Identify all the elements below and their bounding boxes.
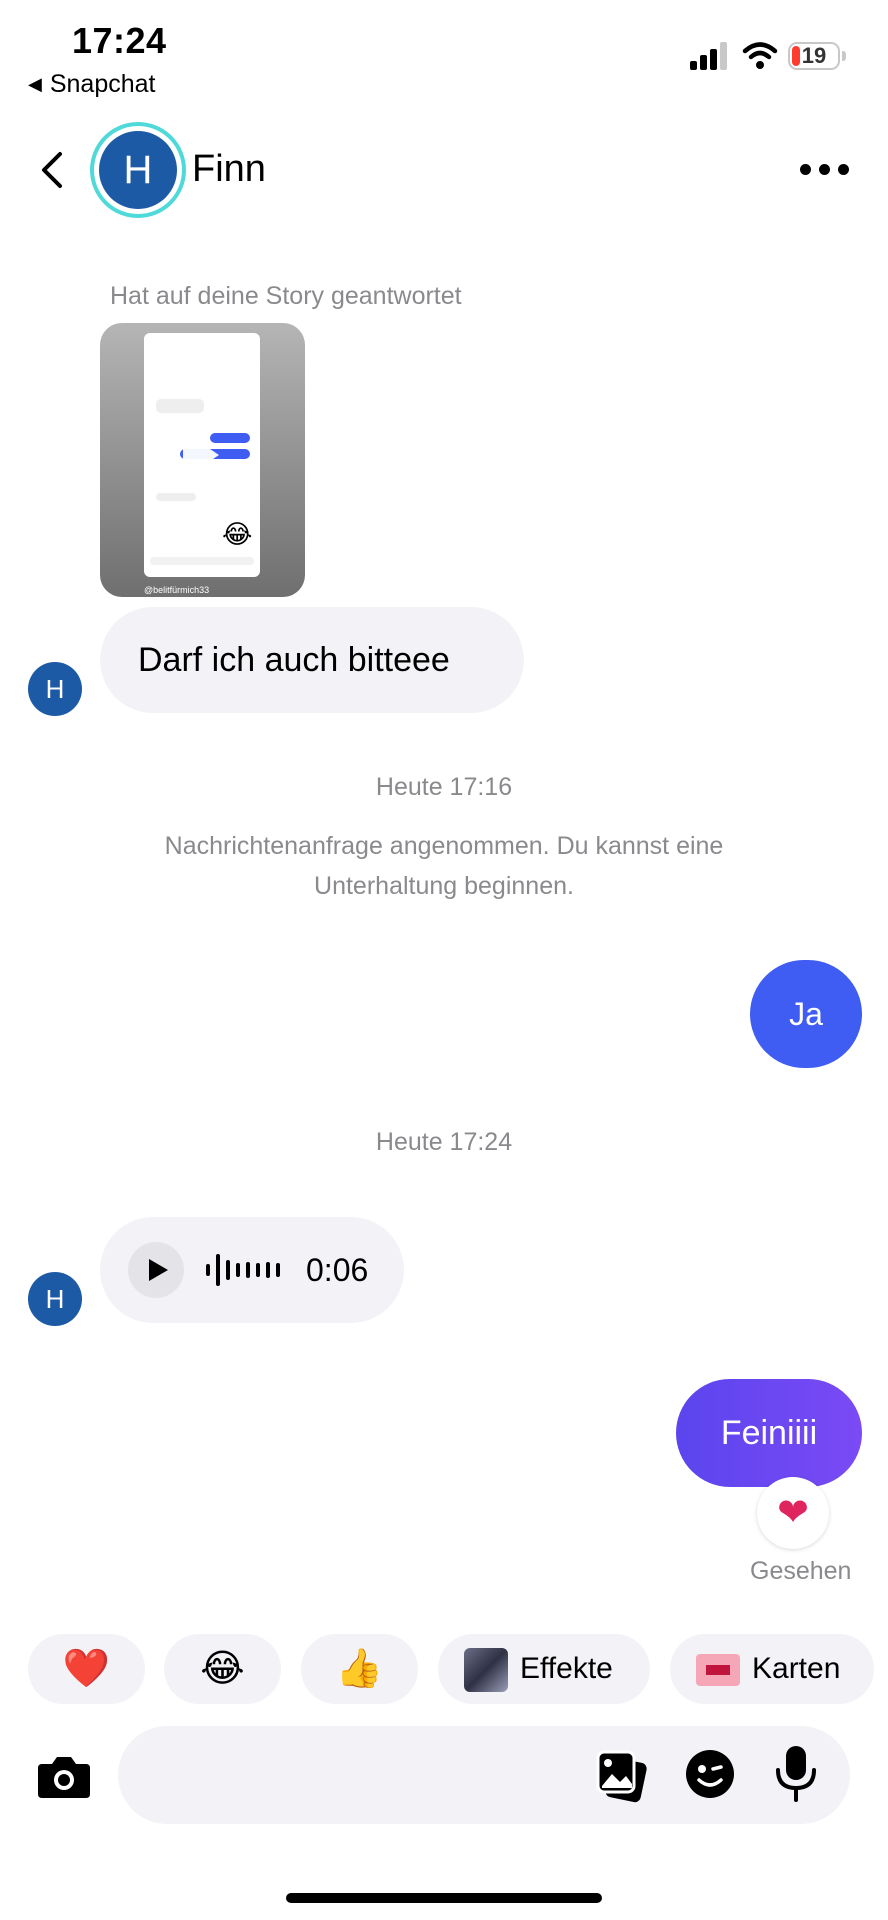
heart-icon: ❤️ [62, 1648, 111, 1690]
battery-tip [842, 51, 846, 61]
timestamp: Heute 17:16 [375, 773, 513, 801]
gift-card-icon [696, 1654, 740, 1686]
story-thumbnail[interactable]: 😂 @belitfürmich33 [100, 323, 305, 597]
effects-thumbnail [464, 1648, 508, 1692]
quick-reaction-thumbs-up[interactable]: 👍 [301, 1634, 418, 1704]
cards-button[interactable]: Karten [670, 1634, 874, 1704]
sender-avatar[interactable]: H [28, 1272, 82, 1326]
play-icon [149, 1259, 168, 1281]
sender-avatar[interactable]: H [28, 662, 82, 716]
cellular-signal-icon [690, 42, 728, 70]
back-triangle-icon: ◀ [28, 74, 42, 94]
more-dots-icon [800, 164, 811, 175]
effects-label: Effekte [520, 1652, 613, 1685]
wifi-icon [742, 42, 778, 69]
waveform-icon [206, 1252, 286, 1288]
battery-icon: 19 [788, 42, 840, 70]
quick-reaction-laugh[interactable]: 😂 [164, 1634, 281, 1704]
timestamp: Heute 17:24 [375, 1128, 513, 1156]
status-time: 17:24 [72, 20, 167, 61]
story-reply-caption: Hat auf deine Story geantwortet [110, 282, 462, 310]
laughing-emoji-icon: 😂 [200, 1648, 245, 1690]
back-to-app-link[interactable]: ◀ Snapchat [28, 70, 155, 99]
message-text: Darf ich auch bitteee [138, 641, 450, 679]
incoming-message-bubble[interactable]: Darf ich auch bitteee [100, 607, 524, 713]
thumbs-up-icon: 👍 [335, 1648, 384, 1690]
voice-duration: 0:06 [306, 1252, 369, 1288]
voice-message-bubble[interactable]: 0:06 [100, 1217, 404, 1323]
quick-reaction-heart[interactable]: ❤️ [28, 1634, 145, 1704]
outgoing-message-bubble[interactable]: Feiniiii [676, 1379, 862, 1487]
contact-avatar[interactable]: H [99, 131, 177, 209]
microphone-icon[interactable] [774, 1744, 818, 1802]
heart-reaction-icon[interactable]: ❤ [757, 1477, 829, 1549]
sticker-icon[interactable] [684, 1748, 736, 1800]
gallery-icon[interactable] [596, 1748, 648, 1804]
outgoing-message-bubble[interactable]: Ja [750, 960, 862, 1068]
camera-icon[interactable] [36, 1752, 92, 1800]
more-options-button[interactable] [800, 158, 850, 182]
battery-level-text: 19 [801, 43, 827, 68]
message-input[interactable] [118, 1726, 850, 1824]
system-message: Nachrichtenanfrage angenommen. Du kannst… [164, 832, 724, 900]
back-app-label: Snapchat [49, 70, 156, 98]
cards-label: Karten [752, 1652, 841, 1685]
seen-status: Gesehen [750, 1557, 852, 1585]
play-icon [183, 431, 219, 479]
story-credit: @belitfürmich33 [144, 585, 210, 595]
back-arrow-icon[interactable] [34, 150, 74, 190]
voice-play-button[interactable] [128, 1242, 184, 1298]
home-indicator[interactable] [286, 1893, 602, 1903]
message-text: Feiniiii [720, 1414, 818, 1452]
effects-button[interactable]: Effekte [438, 1634, 650, 1704]
message-text: Ja [789, 996, 823, 1032]
contact-name[interactable]: Finn [192, 148, 266, 191]
